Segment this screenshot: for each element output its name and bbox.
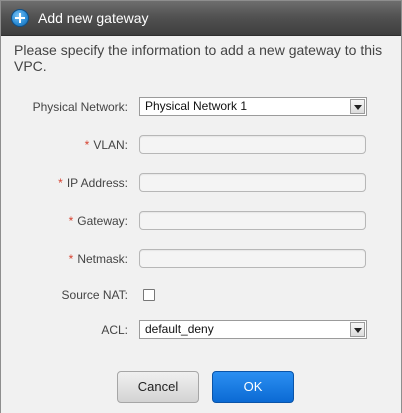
dialog-titlebar[interactable]: Add new gateway	[1, 1, 401, 36]
required-marker: *	[84, 138, 90, 152]
source-nat-label: Source NAT:	[61, 288, 128, 302]
vlan-row: * VLAN:	[1, 135, 401, 157]
source-nat-row: Source NAT:	[1, 285, 401, 307]
cancel-button[interactable]: Cancel	[117, 371, 199, 403]
netmask-row: * Netmask:	[1, 249, 401, 271]
ip-address-label: * IP Address:	[58, 176, 128, 190]
required-marker: *	[68, 214, 74, 228]
add-circle-icon	[11, 9, 29, 27]
acl-label: ACL:	[101, 323, 128, 337]
acl-select[interactable]: default_deny	[139, 320, 367, 339]
physical-network-label: Physical Network:	[32, 100, 128, 114]
dialog-title: Add new gateway	[38, 10, 149, 26]
physical-network-value: Physical Network 1	[145, 99, 248, 113]
add-gateway-dialog: Add new gateway Please specify the infor…	[0, 0, 402, 413]
gateway-label: * Gateway:	[68, 214, 128, 228]
gateway-row: * Gateway:	[1, 211, 401, 233]
required-marker: *	[68, 252, 74, 266]
acl-row: ACL: default_deny	[1, 320, 401, 342]
vlan-input[interactable]	[139, 135, 366, 154]
source-nat-checkbox[interactable]	[143, 289, 155, 301]
ok-button[interactable]: OK	[212, 371, 294, 403]
physical-network-select[interactable]: Physical Network 1	[139, 97, 367, 116]
dialog-description: Please specify the information to add a …	[14, 42, 383, 74]
vlan-label: * VLAN:	[84, 138, 128, 152]
netmask-label: * Netmask:	[68, 252, 128, 266]
required-marker: *	[58, 176, 63, 190]
acl-value: default_deny	[145, 322, 214, 336]
ip-address-input[interactable]	[139, 173, 366, 192]
chevron-down-icon[interactable]	[350, 322, 365, 337]
ip-address-row: * IP Address:	[1, 173, 401, 195]
chevron-down-icon[interactable]	[350, 99, 365, 114]
netmask-input[interactable]	[139, 249, 366, 268]
dialog-body: Please specify the information to add a …	[1, 37, 401, 413]
gateway-input[interactable]	[139, 211, 366, 230]
physical-network-row: Physical Network: Physical Network 1	[1, 97, 401, 119]
